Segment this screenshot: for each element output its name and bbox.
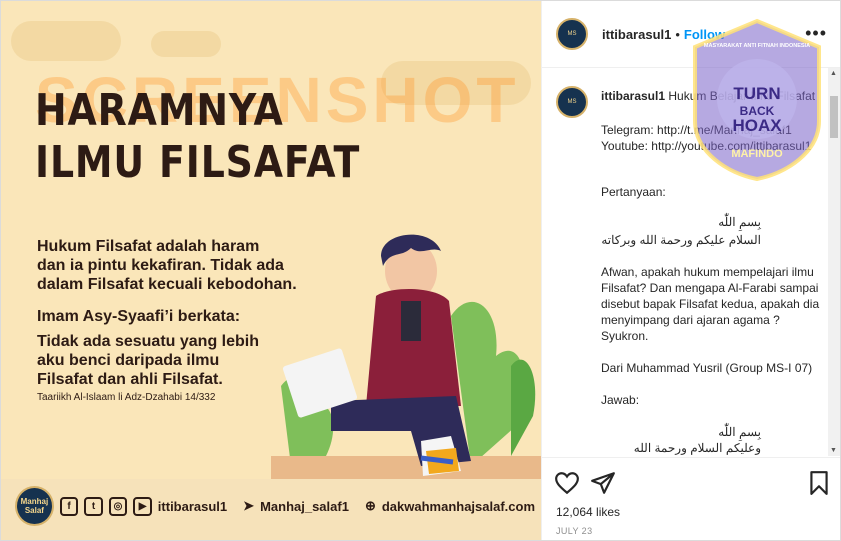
scroll-down-arrow-icon[interactable]: ▼ bbox=[830, 447, 837, 454]
text-line: Tidak ada sesuatu yang lebih bbox=[37, 333, 259, 350]
answer-label: Jawab: bbox=[601, 393, 640, 407]
basmala-answer: بِسمِ اللّٰه bbox=[718, 425, 761, 439]
header-username[interactable]: ittibarasul1 bbox=[602, 27, 671, 42]
caption-avatar[interactable]: MS bbox=[556, 86, 588, 118]
avatar[interactable]: MS bbox=[556, 18, 588, 50]
turn-back-hoax-stamp: MASYARAKAT ANTI FITNAH INDONESIA TURN BA… bbox=[693, 18, 821, 182]
manhaj-salaf-logo: Manhaj Salaf bbox=[15, 486, 54, 526]
title-line-1: HARAMNYA bbox=[35, 85, 284, 136]
poster-paragraph-1: Hukum Filsafat adalah haram dan ia pintu… bbox=[37, 237, 297, 294]
text-line: aku benci daripada ilmu bbox=[37, 352, 220, 369]
telegram-icon: ➤ bbox=[243, 498, 255, 513]
stamp-line-3: HOAX bbox=[732, 116, 782, 135]
scrollbar-thumb[interactable] bbox=[830, 96, 838, 138]
text-line: Filsafat dan ahli Filsafat. bbox=[37, 371, 223, 388]
caption-scrollbar[interactable]: ▲ ▼ bbox=[828, 68, 840, 456]
instagram-icon: ◎ bbox=[108, 496, 128, 516]
question-body: Afwan, apakah hukum mempelajari ilmu Fil… bbox=[601, 265, 823, 343]
footer-handle-manhaj: Manhaj_salaf1 bbox=[260, 498, 349, 514]
text-line: dan ia pintu kekafiran. Tidak ada bbox=[37, 257, 284, 274]
student-laptop-illustration bbox=[271, 234, 541, 486]
text-line: Hukum Filsafat adalah haram bbox=[37, 238, 260, 255]
instagram-post-window: SCREENSHOT BY HARAMNYA ILMU FILSAFAT Huk… bbox=[0, 0, 841, 541]
stamp-ring-text: MASYARAKAT ANTI FITNAH INDONESIA bbox=[704, 43, 810, 49]
post-date[interactable]: JULY 23 bbox=[556, 526, 593, 536]
cloud-decoration bbox=[151, 31, 221, 57]
scroll-up-arrow-icon[interactable]: ▲ bbox=[830, 70, 837, 77]
poster-paragraph-3: Tidak ada sesuatu yang lebih aku benci d… bbox=[37, 332, 259, 389]
twitter-icon: t bbox=[84, 496, 103, 516]
poster-paragraph-2: Imam Asy-Syaafi’i berkata: bbox=[37, 308, 241, 325]
footer-website: dakwahmanhajsalaf.com bbox=[381, 498, 536, 514]
caption-username[interactable]: ittibarasul1 bbox=[601, 89, 665, 103]
cloud-decoration bbox=[11, 21, 121, 61]
youtube-icon: ▶ bbox=[133, 496, 152, 516]
question-sender: Dari Muhammad Yusril (Group MS-I 07) bbox=[601, 361, 813, 375]
post-actions: 12,064 likes JULY 23 bbox=[542, 457, 840, 540]
basmala: بِسمِ اللّٰه bbox=[718, 215, 761, 229]
poster-title: HARAMNYA ILMU FILSAFAT bbox=[35, 85, 360, 189]
title-line-2: ILMU FILSAFAT bbox=[35, 137, 361, 188]
like-heart-icon[interactable] bbox=[554, 470, 580, 496]
text-line: dalam Filsafat kecuali kebodohan. bbox=[37, 276, 297, 293]
separator-dot: • bbox=[675, 26, 680, 42]
save-bookmark-icon[interactable] bbox=[806, 470, 832, 496]
salam-greeting: السلام عليكم ورحمة الله وبركاته bbox=[601, 233, 761, 247]
likes-count[interactable]: 12,064 likes bbox=[556, 505, 620, 519]
salam-reply: وعليكم السلام ورحمة الله وبركاته bbox=[633, 441, 761, 455]
stamp-bottom-text: MAFINDO bbox=[731, 148, 783, 160]
poster-reference: Taariikh Al-Islaam li Adz-Dzahabi 14/332 bbox=[37, 392, 216, 403]
question-label: Pertanyaan: bbox=[601, 185, 666, 199]
stamp-line-1: TURN bbox=[733, 84, 780, 103]
footer-handle-ittibarasul: ittibarasul1 bbox=[157, 498, 228, 514]
globe-icon: ⊕ bbox=[364, 498, 376, 513]
share-send-icon[interactable] bbox=[590, 470, 616, 496]
facebook-icon: f bbox=[59, 496, 79, 516]
post-image: SCREENSHOT BY HARAMNYA ILMU FILSAFAT Huk… bbox=[1, 1, 541, 540]
poster-footer: Manhaj Salaf f t ◎ ▶ ittibarasul1 ➤ Manh… bbox=[15, 486, 536, 526]
